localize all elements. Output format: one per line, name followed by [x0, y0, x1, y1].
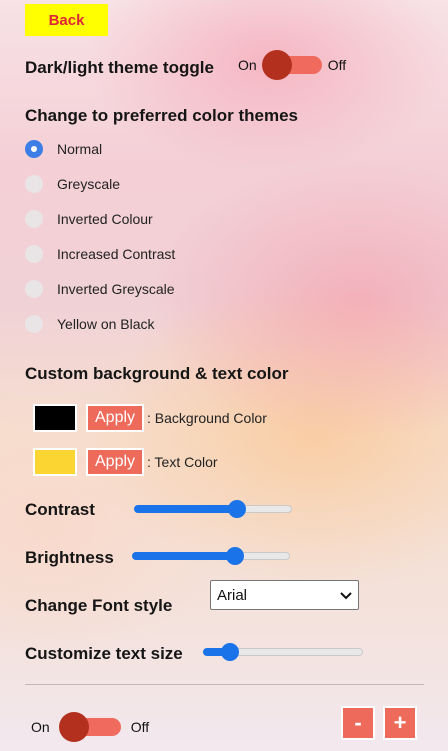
color-theme-option[interactable]: Greyscale: [25, 175, 120, 193]
bottom-toggle[interactable]: On Off: [31, 712, 150, 742]
contrast-label: Contrast: [25, 500, 95, 519]
font-style-label: Change Font style: [25, 596, 173, 615]
divider: [25, 684, 424, 685]
toggle-off-label: Off: [327, 57, 347, 73]
color-theme-option-label: Increased Contrast: [57, 246, 176, 262]
text-size-label: Customize text size: [25, 644, 183, 663]
color-theme-option[interactable]: Normal: [25, 140, 102, 158]
font-style-selected: Arial: [217, 586, 248, 604]
background-color-row: Apply : Background Color: [33, 404, 267, 432]
chevron-down-icon: [340, 587, 352, 604]
color-theme-option[interactable]: Inverted Colour: [25, 210, 153, 228]
color-theme-option-label: Inverted Greyscale: [57, 281, 175, 297]
text-color-swatch[interactable]: [33, 448, 77, 476]
radio-button[interactable]: [25, 210, 43, 228]
bottom-toggle-off-label: Off: [130, 719, 150, 735]
text-color-caption: : Text Color: [147, 454, 218, 470]
contrast-slider[interactable]: [134, 499, 292, 519]
toggle-switch[interactable]: [261, 50, 322, 80]
background-color-caption: : Background Color: [147, 410, 267, 426]
toggle-knob[interactable]: [261, 50, 292, 80]
brightness-slider-thumb[interactable]: [225, 547, 244, 565]
color-theme-option[interactable]: Inverted Greyscale: [25, 280, 175, 298]
color-theme-option-label: Yellow on Black: [57, 316, 155, 332]
decrease-text-size-button[interactable]: -: [341, 706, 375, 740]
radio-button[interactable]: [25, 175, 43, 193]
back-button[interactable]: Back: [25, 4, 108, 36]
brightness-slider[interactable]: [132, 546, 290, 566]
color-theme-option-label: Normal: [57, 141, 103, 157]
theme-toggle-heading: Dark/light theme toggle: [25, 58, 214, 77]
radio-button[interactable]: [25, 315, 43, 333]
font-style-select[interactable]: Arial: [210, 580, 359, 610]
apply-background-button[interactable]: Apply: [86, 404, 145, 432]
bottom-toggle-knob[interactable]: [58, 712, 89, 742]
theme-toggle[interactable]: On Off: [238, 50, 347, 80]
color-theme-option-label: Greyscale: [57, 176, 121, 192]
bottom-toggle-switch[interactable]: [58, 712, 121, 742]
color-theme-option[interactable]: Increased Contrast: [25, 245, 175, 263]
brightness-label: Brightness: [25, 548, 114, 567]
text-size-slider[interactable]: [203, 642, 363, 662]
color-theme-option[interactable]: Yellow on Black: [25, 315, 155, 333]
custom-color-heading: Custom background & text color: [25, 364, 289, 383]
text-color-row: Apply : Text Color: [33, 448, 218, 476]
background-color-swatch[interactable]: [33, 404, 77, 432]
bottom-toggle-on-label: On: [31, 719, 50, 735]
color-theme-option-label: Inverted Colour: [57, 211, 153, 227]
radio-button[interactable]: [25, 140, 43, 158]
contrast-slider-thumb[interactable]: [227, 500, 246, 518]
text-size-slider-thumb[interactable]: [221, 643, 240, 661]
toggle-on-label: On: [238, 57, 257, 73]
increase-text-size-button[interactable]: +: [383, 706, 417, 740]
radio-button[interactable]: [25, 280, 43, 298]
apply-text-color-button[interactable]: Apply: [86, 448, 145, 476]
color-themes-heading: Change to preferred color themes: [25, 106, 299, 125]
radio-button[interactable]: [25, 245, 43, 263]
